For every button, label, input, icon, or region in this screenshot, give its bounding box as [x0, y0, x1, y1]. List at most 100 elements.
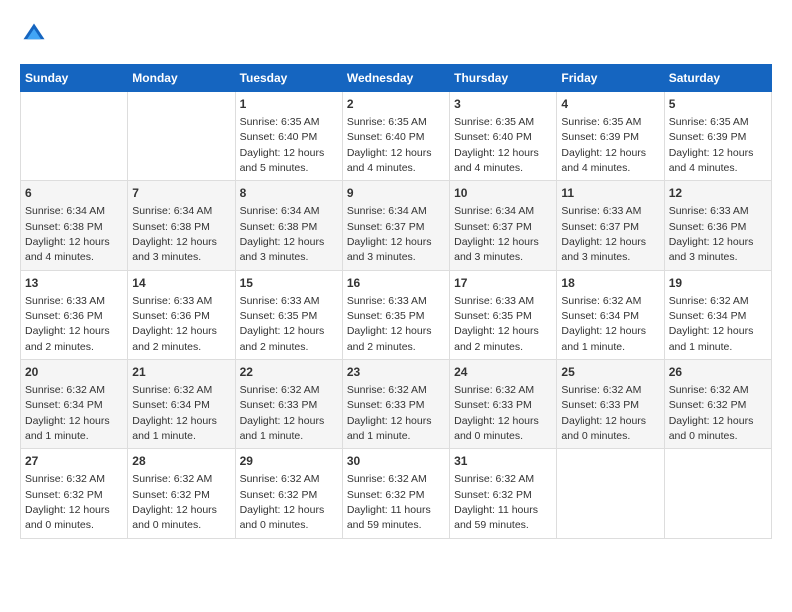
calendar-day-cell: 20 Sunrise: 6:32 AMSunset: 6:34 PMDayligh…: [21, 360, 128, 449]
day-detail: Sunrise: 6:32 AMSunset: 6:32 PMDaylight:…: [347, 473, 431, 531]
day-detail: Sunrise: 6:32 AMSunset: 6:32 PMDaylight:…: [240, 473, 325, 531]
day-detail: Sunrise: 6:34 AMSunset: 6:38 PMDaylight:…: [132, 205, 217, 263]
logo: [20, 20, 52, 48]
weekday-header: Tuesday: [235, 65, 342, 92]
calendar-day-cell: 30 Sunrise: 6:32 AMSunset: 6:32 PMDayligh…: [342, 449, 449, 538]
calendar-day-cell: 18 Sunrise: 6:32 AMSunset: 6:34 PMDayligh…: [557, 270, 664, 359]
day-detail: Sunrise: 6:32 AMSunset: 6:33 PMDaylight:…: [347, 384, 432, 442]
day-number: 21: [132, 364, 230, 381]
day-number: 9: [347, 185, 445, 202]
calendar-day-cell: 29Sunrise: 6:32 AMSunset: 6:32 PMDayligh…: [235, 449, 342, 538]
weekday-header-row: SundayMondayTuesdayWednesdayThursdayFrid…: [21, 65, 772, 92]
day-number: 17: [454, 275, 552, 292]
day-number: 30: [347, 453, 445, 470]
calendar-day-cell: 12 Sunrise: 6:33 AMSunset: 6:36 PMDayligh…: [664, 181, 771, 270]
day-detail: Sunrise: 6:32 AMSunset: 6:32 PMDaylight:…: [669, 384, 754, 442]
calendar-day-cell: 17 Sunrise: 6:33 AMSunset: 6:35 PMDayligh…: [450, 270, 557, 359]
calendar-week-row: 27 Sunrise: 6:32 AMSunset: 6:32 PMDayligh…: [21, 449, 772, 538]
calendar-day-cell: 11 Sunrise: 6:33 AMSunset: 6:37 PMDayligh…: [557, 181, 664, 270]
calendar-day-cell: 23 Sunrise: 6:32 AMSunset: 6:33 PMDayligh…: [342, 360, 449, 449]
calendar-day-cell: [664, 449, 771, 538]
day-detail: Sunrise: 6:35 AMSunset: 6:39 PMDaylight:…: [561, 116, 646, 174]
day-number: 22: [240, 364, 338, 381]
calendar-day-cell: 15 Sunrise: 6:33 AMSunset: 6:35 PMDayligh…: [235, 270, 342, 359]
calendar-day-cell: [128, 92, 235, 181]
day-number: 8: [240, 185, 338, 202]
day-number: 19: [669, 275, 767, 292]
day-detail: Sunrise: 6:32 AMSunset: 6:32 PMDaylight:…: [25, 473, 110, 531]
calendar-day-cell: 3 Sunrise: 6:35 AMSunset: 6:40 PMDaylight…: [450, 92, 557, 181]
day-detail: Sunrise: 6:34 AMSunset: 6:38 PMDaylight:…: [240, 205, 325, 263]
page-header: [20, 20, 772, 48]
calendar-day-cell: 13 Sunrise: 6:33 AMSunset: 6:36 PMDayligh…: [21, 270, 128, 359]
calendar-day-cell: 26 Sunrise: 6:32 AMSunset: 6:32 PMDayligh…: [664, 360, 771, 449]
calendar-day-cell: 4 Sunrise: 6:35 AMSunset: 6:39 PMDaylight…: [557, 92, 664, 181]
day-number: 28: [132, 453, 230, 470]
calendar-day-cell: [557, 449, 664, 538]
day-detail: Sunrise: 6:33 AMSunset: 6:35 PMDaylight:…: [454, 295, 539, 353]
calendar-day-cell: 27 Sunrise: 6:32 AMSunset: 6:32 PMDayligh…: [21, 449, 128, 538]
day-number: 20: [25, 364, 123, 381]
day-detail: Sunrise: 6:33 AMSunset: 6:36 PMDaylight:…: [132, 295, 217, 353]
day-detail: Sunrise: 6:32 AMSunset: 6:33 PMDaylight:…: [561, 384, 646, 442]
day-detail: Sunrise: 6:33 AMSunset: 6:35 PMDaylight:…: [240, 295, 325, 353]
day-detail: Sunrise: 6:32 AMSunset: 6:32 PMDaylight:…: [454, 473, 538, 531]
weekday-header: Wednesday: [342, 65, 449, 92]
day-detail: Sunrise: 6:33 AMSunset: 6:36 PMDaylight:…: [25, 295, 110, 353]
day-number: 10: [454, 185, 552, 202]
day-number: 12: [669, 185, 767, 202]
day-detail: Sunrise: 6:33 AMSunset: 6:37 PMDaylight:…: [561, 205, 646, 263]
calendar-day-cell: 31 Sunrise: 6:32 AMSunset: 6:32 PMDayligh…: [450, 449, 557, 538]
calendar-day-cell: 7 Sunrise: 6:34 AMSunset: 6:38 PMDaylight…: [128, 181, 235, 270]
day-number: 11: [561, 185, 659, 202]
calendar-week-row: 6Sunrise: 6:34 AMSunset: 6:38 PMDaylight…: [21, 181, 772, 270]
day-detail: Sunrise: 6:33 AMSunset: 6:35 PMDaylight:…: [347, 295, 432, 353]
calendar-day-cell: 5Sunrise: 6:35 AMSunset: 6:39 PMDaylight…: [664, 92, 771, 181]
day-number: 14: [132, 275, 230, 292]
weekday-header: Sunday: [21, 65, 128, 92]
day-number: 26: [669, 364, 767, 381]
day-detail: Sunrise: 6:34 AMSunset: 6:37 PMDaylight:…: [454, 205, 539, 263]
calendar-week-row: 20 Sunrise: 6:32 AMSunset: 6:34 PMDayligh…: [21, 360, 772, 449]
calendar-day-cell: [21, 92, 128, 181]
day-number: 24: [454, 364, 552, 381]
day-detail: Sunrise: 6:35 AMSunset: 6:40 PMDaylight:…: [454, 116, 539, 174]
day-detail: Sunrise: 6:32 AMSunset: 6:32 PMDaylight:…: [132, 473, 217, 531]
calendar-day-cell: 28 Sunrise: 6:32 AMSunset: 6:32 PMDayligh…: [128, 449, 235, 538]
day-number: 15: [240, 275, 338, 292]
day-number: 31: [454, 453, 552, 470]
day-detail: Sunrise: 6:35 AMSunset: 6:40 PMDaylight:…: [240, 116, 325, 174]
day-detail: Sunrise: 6:34 AMSunset: 6:37 PMDaylight:…: [347, 205, 432, 263]
calendar-table: SundayMondayTuesdayWednesdayThursdayFrid…: [20, 64, 772, 539]
calendar-day-cell: 24 Sunrise: 6:32 AMSunset: 6:33 PMDayligh…: [450, 360, 557, 449]
calendar-week-row: 1Sunrise: 6:35 AMSunset: 6:40 PMDaylight…: [21, 92, 772, 181]
calendar-week-row: 13 Sunrise: 6:33 AMSunset: 6:36 PMDayligh…: [21, 270, 772, 359]
day-detail: Sunrise: 6:32 AMSunset: 6:33 PMDaylight:…: [454, 384, 539, 442]
day-detail: Sunrise: 6:35 AMSunset: 6:40 PMDaylight:…: [347, 116, 432, 174]
day-number: 16: [347, 275, 445, 292]
day-detail: Sunrise: 6:34 AMSunset: 6:38 PMDaylight:…: [25, 205, 110, 263]
calendar-day-cell: 14 Sunrise: 6:33 AMSunset: 6:36 PMDayligh…: [128, 270, 235, 359]
day-detail: Sunrise: 6:32 AMSunset: 6:34 PMDaylight:…: [25, 384, 110, 442]
day-detail: Sunrise: 6:32 AMSunset: 6:34 PMDaylight:…: [561, 295, 646, 353]
calendar-day-cell: 6Sunrise: 6:34 AMSunset: 6:38 PMDaylight…: [21, 181, 128, 270]
day-number: 3: [454, 96, 552, 113]
day-detail: Sunrise: 6:32 AMSunset: 6:33 PMDaylight:…: [240, 384, 325, 442]
day-detail: Sunrise: 6:33 AMSunset: 6:36 PMDaylight:…: [669, 205, 754, 263]
calendar-day-cell: 10 Sunrise: 6:34 AMSunset: 6:37 PMDayligh…: [450, 181, 557, 270]
calendar-day-cell: 19 Sunrise: 6:32 AMSunset: 6:34 PMDayligh…: [664, 270, 771, 359]
day-number: 23: [347, 364, 445, 381]
day-number: 18: [561, 275, 659, 292]
day-number: 27: [25, 453, 123, 470]
day-detail: Sunrise: 6:32 AMSunset: 6:34 PMDaylight:…: [669, 295, 754, 353]
day-number: 2: [347, 96, 445, 113]
calendar-day-cell: 9 Sunrise: 6:34 AMSunset: 6:37 PMDaylight…: [342, 181, 449, 270]
weekday-header: Thursday: [450, 65, 557, 92]
calendar-day-cell: 21Sunrise: 6:32 AMSunset: 6:34 PMDayligh…: [128, 360, 235, 449]
day-number: 4: [561, 96, 659, 113]
logo-icon: [20, 20, 48, 48]
day-number: 13: [25, 275, 123, 292]
day-number: 7: [132, 185, 230, 202]
weekday-header: Monday: [128, 65, 235, 92]
calendar-day-cell: 16 Sunrise: 6:33 AMSunset: 6:35 PMDayligh…: [342, 270, 449, 359]
